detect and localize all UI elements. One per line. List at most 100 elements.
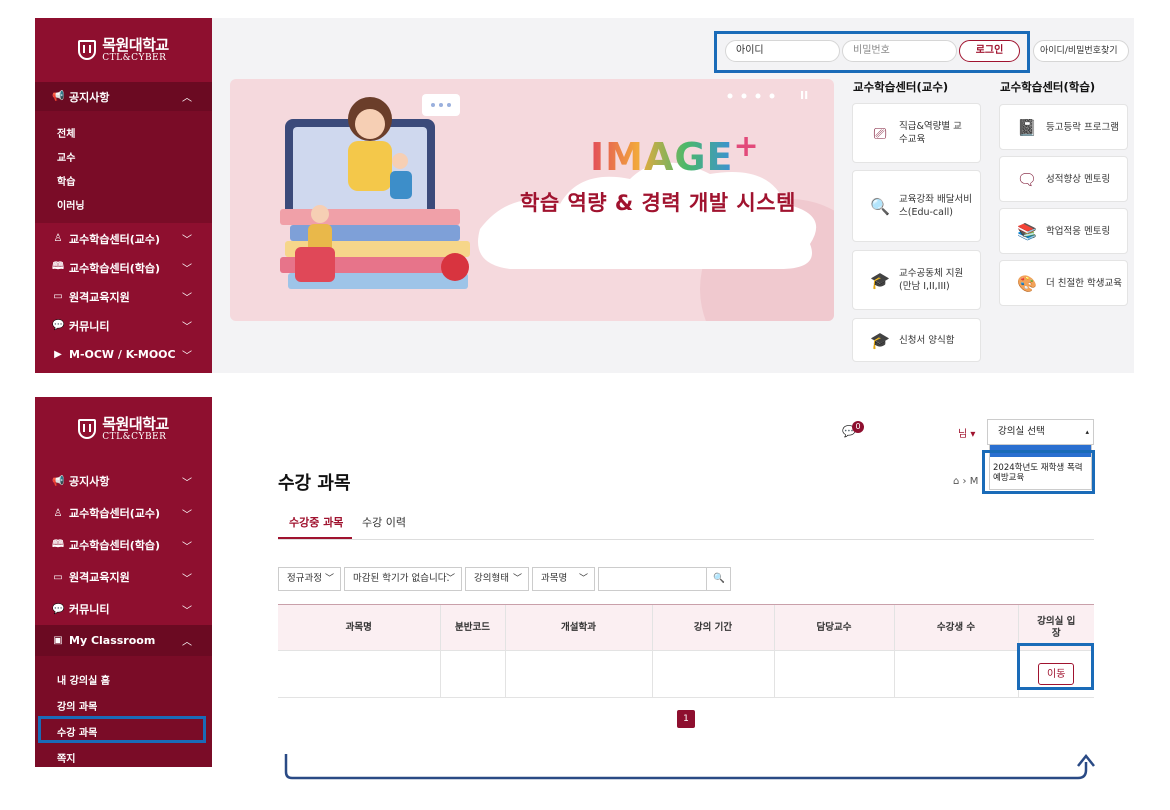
professor-card-educall[interactable]: 🔍 교육강좌 배달서비스(Edu-call) [852,170,981,242]
search-input[interactable] [598,567,707,591]
person-icon: ♙ [53,233,63,244]
cell-section-code [439,650,505,698]
sidebar-item-ctl-professor[interactable]: ♙ 교수학습센터(교수) ﹀ [35,224,212,253]
sidebar-item-my-classroom[interactable]: ▣ My Classroom ︿ [35,625,212,656]
header-department: 개설학과 [504,604,652,651]
sidebar-item-mooc[interactable]: ▶ M-OCW / K-MOOC ﹀ [35,340,212,369]
search-button[interactable]: 🔍 [706,567,731,591]
sidebar-item-notice[interactable]: 📢 공지사항 ︿ [35,82,212,111]
banner-brand: IMAGE+ [590,129,760,179]
submenu-item-messages[interactable]: 쪽지 [57,750,75,765]
sidebar-item-notice[interactable]: 📢 공지사항 ﹀ [35,465,212,497]
cell-professor [773,650,894,698]
banner-pause-button[interactable]: II [800,89,808,102]
logo-emblem-icon [78,419,97,439]
presentation-icon: ⎚ [873,123,887,143]
tab-history[interactable]: 수강 이력 [362,514,406,530]
submenu-item-study[interactable]: 학습 [57,173,75,188]
logo-name-ko: 목원대학교 [102,35,169,54]
top-sidebar: 목원대학교 CTL&CYBER 📢 공지사항 ︿ 전체 교수 학습 이러닝 ♙ … [35,18,212,373]
classroom-select[interactable]: 강의실 선택 ▴ [987,419,1094,445]
header-section-code: 분반코드 [439,604,505,651]
breadcrumb: ⌂ › M [953,476,979,487]
student-card-program[interactable]: 📓 등고등락 프로그램 [999,104,1128,150]
course-table: 과목명 분반코드 개설학과 강의 기간 담당교수 수강생 수 강의실 입장 이동 [278,604,1094,698]
megaphone-icon: 📢 [52,475,65,487]
chevron-down-icon: ﹀ [182,477,192,489]
chevron-down-icon: ﹀ [445,574,455,584]
chevron-down-icon: ﹀ [182,293,192,304]
speech-icon: 🗨 [1016,169,1038,189]
sidebar-item-remote-edu[interactable]: ▭ 원격교육지원 ﹀ [35,561,212,593]
chat-icon: 💬 [52,603,65,615]
submenu-item-all[interactable]: 전체 [57,125,75,140]
submenu-item-professor[interactable]: 교수 [57,149,75,164]
chevron-down-icon: ﹀ [512,574,522,584]
book-icon: 🕮 [52,261,64,272]
search-doc-icon: 🔍 [870,196,890,216]
professor-card-training[interactable]: ⎚ 직급&역량별 교수교육 [852,103,981,163]
chevron-down-icon: ﹀ [182,351,192,362]
find-account-button[interactable]: 아이디/비밀번호찾기 [1033,40,1129,62]
cell-course-name [278,650,440,698]
login-highlight-box [714,31,1030,73]
search-field-select[interactable]: 과목명 ﹀ [532,567,595,591]
megaphone-icon: 📢 [52,91,65,102]
submenu-item-elearning[interactable]: 이러닝 [57,197,85,212]
chevron-down-icon: ﹀ [182,605,192,617]
chevron-up-icon: ︿ [182,637,192,648]
pagination-page[interactable]: 1 [677,710,695,728]
chevron-down-icon: ﹀ [182,264,192,275]
chevron-down-icon: ﹀ [578,574,588,584]
tabs-divider [278,539,1094,540]
chevron-down-icon: ﹀ [324,574,334,584]
books-icon: 📚 [1017,221,1037,241]
message-count-badge: 0 [852,421,864,433]
sidebar-item-ctl-study[interactable]: 🕮 교수학습센터(학습) ﹀ [35,253,212,282]
bottom-sidebar: 목원대학교 CTL&CYBER 📢 공지사항 ﹀ ♙ 교수학습센터(교수) ﹀ … [35,397,212,767]
main-banner[interactable]: IMAGE+ 학습 역량 & 경력 개발 시스템 II [230,79,834,321]
logo-name-en: CTL&CYBER [102,52,167,63]
sidebar-item-ctl-professor[interactable]: ♙ 교수학습센터(교수) ﹀ [35,497,212,529]
sidebar-item-remote-edu[interactable]: ▭ 원격교육지원 ﹀ [35,282,212,311]
lecture-format-select[interactable]: 강의형태 ﹀ [465,567,529,591]
student-card-education[interactable]: 🎨 더 친절한 학생교육 [999,260,1128,306]
logo-name-ko: 목원대학교 [102,414,169,433]
notebook-icon: 📓 [1017,117,1037,137]
chevron-up-icon: ︿ [182,93,192,104]
sidebar-item-ctl-study[interactable]: 🕮 교수학습센터(학습) ﹀ [35,529,212,561]
student-column-title: 교수학습센터(학습) [1000,80,1096,94]
table-header-row: 과목명 분반코드 개설학과 강의 기간 담당교수 수강생 수 강의실 입장 [278,604,1094,651]
classroom-submenu: 내 강의실 홈 강의 과목 수강 과목 쪽지 [35,656,212,767]
cell-department [504,650,652,698]
header-professor: 담당교수 [773,604,894,651]
user-menu[interactable]: 님 ▾ [958,425,975,440]
monitor-icon: ▭ [53,571,63,583]
logo[interactable]: 목원대학교 CTL&CYBER [35,18,212,82]
chevron-up-icon: ▴ [1085,428,1089,436]
cell-period [651,650,774,698]
submenu-item-lecture-courses[interactable]: 강의 과목 [57,698,97,713]
header-period: 강의 기간 [651,604,774,651]
professor-card-forms[interactable]: 🎓 신청서 양식함 [852,318,981,362]
student-card-mentoring-grade[interactable]: 🗨 성적향상 멘토링 [999,156,1128,202]
sidebar-item-community[interactable]: 💬 커뮤니티 ﹀ [35,311,212,340]
sidebar-item-community[interactable]: 💬 커뮤니티 ﹀ [35,593,212,625]
classroom-icon: ▣ [53,635,63,646]
professor-card-community[interactable]: 🎓 교수공동체 지원 (만남 I,II,III) [852,250,981,310]
palette-icon: 🎨 [1017,273,1037,293]
logo-emblem-icon [78,40,97,60]
semester-select[interactable]: 마감된 학기가 없습니다. ﹀ [344,567,462,591]
home-icon[interactable]: ⌂ [953,476,959,487]
chevron-down-icon: ﹀ [182,509,192,521]
logo[interactable]: 목원대학교 CTL&CYBER [35,397,212,461]
submenu-item-classroom-home[interactable]: 내 강의실 홈 [57,672,110,687]
course-type-select[interactable]: 정규과정 ﹀ [278,567,341,591]
flow-arrow [284,753,1095,780]
tab-enrolled[interactable]: 수강중 과목 [289,514,343,530]
notice-submenu: 전체 교수 학습 이러닝 [35,111,212,223]
header-course-name: 과목명 [278,604,440,651]
banner-tagline: 학습 역량 & 경력 개발 시스템 [520,191,796,215]
student-card-mentoring-adapt[interactable]: 📚 학업적응 멘토링 [999,208,1128,254]
grad-cap-icon: 🎓 [870,330,890,350]
